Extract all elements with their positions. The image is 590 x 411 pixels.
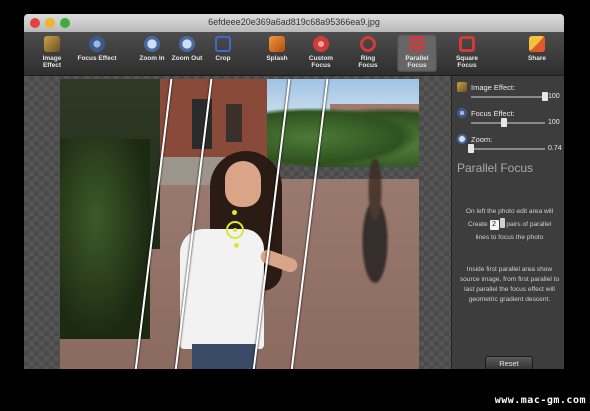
image-effect-slider-track[interactable] — [471, 96, 545, 98]
brush-icon — [457, 82, 467, 92]
zoom-slider-row: Zoom: 0.74 — [457, 134, 562, 162]
focus-effect-slider-track[interactable] — [471, 122, 545, 124]
zoom-slider-label: Zoom: — [471, 135, 493, 144]
desc-after-text: pairs of parallel — [506, 221, 552, 228]
zoom-out-button[interactable]: Zoom Out — [171, 34, 203, 72]
focus-effect-button[interactable]: Focus Effect — [77, 34, 117, 72]
image-effect-button[interactable]: Image Effect — [33, 34, 71, 72]
custom-focus-button[interactable]: Custom Focus — [300, 34, 342, 72]
custom-focus-label: Custom Focus — [308, 55, 334, 69]
reset-button[interactable]: Reset — [485, 356, 533, 369]
rotation-handle-bottom[interactable] — [234, 243, 239, 248]
settings-panel: Image Effect: 100 Focus Effect: 100 Zoom… — [451, 76, 564, 369]
zoom-out-label: Zoom Out — [171, 55, 203, 62]
crop-button[interactable]: Crop — [211, 34, 235, 72]
rotation-handle-top[interactable] — [232, 210, 237, 215]
splash-icon — [269, 36, 285, 52]
share-button[interactable]: Share — [524, 34, 550, 72]
square-focus-button[interactable]: Square Focus — [447, 34, 487, 72]
focus-center-handle[interactable] — [226, 221, 244, 239]
lens-icon — [89, 36, 105, 52]
parallel-focus-icon — [409, 36, 425, 52]
square-focus-icon — [459, 36, 475, 52]
focus-effect-slider-row: Focus Effect: 100 — [457, 108, 562, 136]
mode-description: On left the photo edit area will Create … — [457, 205, 562, 244]
desc-line-3: lines to focus the photo — [475, 234, 544, 241]
bush — [60, 139, 150, 339]
subject-face — [225, 161, 261, 207]
splash-label: Splash — [266, 55, 288, 62]
subject-shirt — [180, 229, 264, 349]
focus-effect-slider-label: Focus Effect: — [471, 109, 515, 118]
ring-focus-icon — [360, 36, 376, 52]
lens-icon — [457, 108, 467, 118]
focus-effect-label: Focus Effect — [77, 55, 117, 62]
splash-button[interactable]: Splash — [264, 34, 290, 72]
parallel-focus-label: Parallel Focus — [405, 55, 429, 69]
focus-effect-slider-knob[interactable] — [501, 118, 508, 127]
brush-icon — [44, 36, 60, 52]
desc-line-2: Create 2 pairs of parallel — [457, 218, 562, 231]
image-effect-label: Image Effect — [42, 55, 62, 69]
image-effect-slider-label: Image Effect: — [471, 83, 516, 92]
zoom-in-button[interactable]: Zoom In — [137, 34, 167, 72]
ring-focus-button[interactable]: Ring Focus — [351, 34, 385, 72]
image-effect-slider-row: Image Effect: 100 — [457, 82, 562, 110]
window-title: 6efdeee20e369a6ad819c68a95366ea9.jpg — [208, 17, 380, 27]
photo-edit-area[interactable] — [24, 76, 451, 369]
crop-icon — [215, 36, 231, 52]
desc-create-text: Create — [467, 221, 488, 228]
zoom-in-icon — [144, 36, 160, 52]
app-window: 6efdeee20e369a6ad819c68a95366ea9.jpg Ima… — [24, 14, 564, 369]
building-window — [226, 104, 242, 142]
pairs-count-stepper[interactable] — [499, 218, 505, 228]
watermark: www.mac-gm.com — [494, 395, 586, 406]
zoom-in-label: Zoom In — [139, 55, 165, 62]
pairs-count-field[interactable]: 2 — [489, 220, 499, 230]
zoom-icon — [457, 134, 467, 144]
zoom-out-icon — [179, 36, 195, 52]
image-effect-value: 100 — [548, 93, 560, 100]
custom-focus-icon — [313, 36, 329, 52]
ring-focus-label: Ring Focus — [358, 55, 378, 69]
subject-jeans — [192, 344, 256, 369]
share-icon — [529, 36, 545, 52]
square-focus-label: Square Focus — [455, 55, 479, 69]
zoom-slider-track[interactable] — [471, 148, 545, 150]
focus-effect-value: 100 — [548, 119, 560, 126]
share-label: Share — [527, 55, 547, 62]
mode-heading: Parallel Focus — [457, 161, 534, 175]
mode-description-2: Inside first parallel area show source i… — [459, 266, 560, 303]
parallel-focus-button[interactable]: Parallel Focus — [397, 34, 437, 72]
photo-image — [60, 79, 419, 369]
crop-label: Crop — [215, 55, 231, 62]
toolbar: Image Effect Focus Effect Zoom In Zoom O… — [24, 32, 564, 76]
desc-line-1: On left the photo edit area will — [465, 208, 554, 215]
trees — [265, 107, 419, 167]
zoom-value: 0.74 — [548, 145, 562, 152]
zoom-slider-knob[interactable] — [468, 144, 474, 153]
title-bar: 6efdeee20e369a6ad819c68a95366ea9.jpg — [24, 14, 564, 33]
background-person — [350, 159, 400, 309]
